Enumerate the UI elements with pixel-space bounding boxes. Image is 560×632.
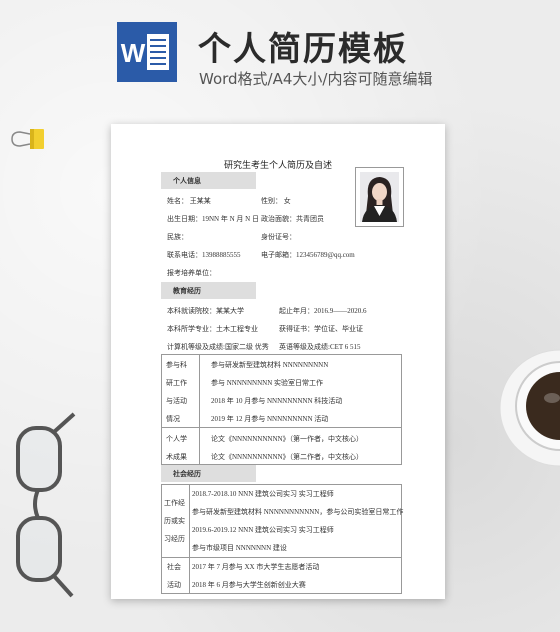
- major-field: 本科所学专业：土木工程专业: [167, 325, 258, 333]
- social-label-line: 社会: [167, 563, 181, 571]
- birth-field: 出生日期：19NN 年 N 月 N 日: [167, 215, 259, 223]
- paper-item: 论文《NNNNNNNNNN》（第二作者，中文核心）: [211, 453, 364, 461]
- period-field: 起止年月：2016.9——2020.6: [279, 307, 367, 315]
- coffee-cup-icon: [499, 349, 560, 467]
- section-header-personal: 个人信息: [161, 172, 256, 189]
- research-item: 2018 年 10 月参与 NNNNNNNNN 科技活动: [211, 397, 343, 405]
- politics-field: 政治面貌：共青团员: [261, 215, 324, 223]
- work-table: [161, 484, 402, 594]
- email-field: 电子邮箱：123456789@qq.com: [261, 251, 355, 259]
- work-item: 2019.6-2019.12 NNN 建筑公司实习 实习工程师: [192, 526, 334, 534]
- banner-subtitle: Word格式/A4大小/内容可随意编辑: [199, 70, 433, 88]
- certificate-field: 获得证书：学位证、毕业证: [279, 325, 363, 333]
- research-label-line: 与活动: [166, 397, 187, 405]
- portrait-icon: [360, 172, 399, 222]
- computer-level-field: 计算机等级及成绩:国家二级 优秀: [167, 343, 269, 351]
- paper-item: 论文《NNNNNNNNNN》（第一作者，中文核心）: [211, 435, 364, 443]
- gender-field: 性别： 女: [261, 197, 291, 205]
- papers-label-line: 术成果: [166, 453, 187, 461]
- banner: W 个人简历模板 Word格式/A4大小/内容可随意编辑: [0, 0, 560, 110]
- papers-label-line: 个人学: [166, 435, 187, 443]
- banner-title: 个人简历模板: [198, 29, 408, 68]
- school-field: 本科就读院校：某某大学: [167, 307, 244, 315]
- english-level-field: 英语等级及成绩:CET 6 515: [279, 343, 361, 351]
- work-item: 2018.7-2018.10 NNN 建筑公司实习 实习工程师: [192, 490, 334, 498]
- research-label-line: 参与科: [166, 361, 187, 369]
- research-item: 参与研发新型建筑材料 NNNNNNNNN: [211, 361, 329, 369]
- section-header-education: 教育经历: [161, 282, 256, 299]
- applied-unit-field: 报考培养单位：: [167, 269, 216, 277]
- work-label-line: 习经历: [164, 535, 185, 543]
- research-table: [161, 354, 402, 465]
- social-item: 2018 年 6 月参与大学生创新创业大赛: [192, 581, 306, 589]
- social-label-line: 活动: [167, 581, 181, 589]
- binder-clip-icon: [11, 129, 44, 149]
- name-field: 姓名： 王某某: [167, 197, 211, 205]
- resume-document: 研究生考生个人简历及自述 个人信息 姓名： 王某某 性别： 女 出生日期：19N…: [111, 124, 445, 599]
- research-item: 参与 NNNNNNNNN 实验室日常工作: [211, 379, 323, 387]
- phone-field: 联系电话：13988885555: [167, 251, 241, 259]
- eyeglasses-icon: [16, 412, 76, 598]
- id-field: 身份证号：: [261, 233, 296, 241]
- word-logo-icon: W: [117, 22, 177, 82]
- work-item: 参与市级项目 NNNNNNN 建设: [192, 544, 287, 552]
- word-logo-letter: W: [121, 38, 146, 68]
- research-label-line: 研工作: [166, 379, 187, 387]
- work-label-line: 工作经: [164, 499, 185, 507]
- ethnicity-field: 民族：: [167, 233, 188, 241]
- social-item: 2017 年 7 月参与 XX 市大学生志愿者活动: [192, 563, 320, 571]
- work-label-line: 历或实: [164, 517, 185, 525]
- research-label-line: 情况: [166, 415, 180, 423]
- section-label: 教育经历: [173, 287, 201, 295]
- work-item: 参与研发新型建筑材料 NNNNNNNNNNN，参与公司实验室日常工作: [192, 508, 404, 516]
- section-label: 社会经历: [173, 470, 201, 478]
- research-item: 2019 年 12 月参与 NNNNNNNNN 活动: [211, 415, 329, 423]
- section-header-social: 社会经历: [161, 465, 256, 482]
- section-label: 个人信息: [173, 177, 201, 185]
- id-photo: [355, 167, 404, 227]
